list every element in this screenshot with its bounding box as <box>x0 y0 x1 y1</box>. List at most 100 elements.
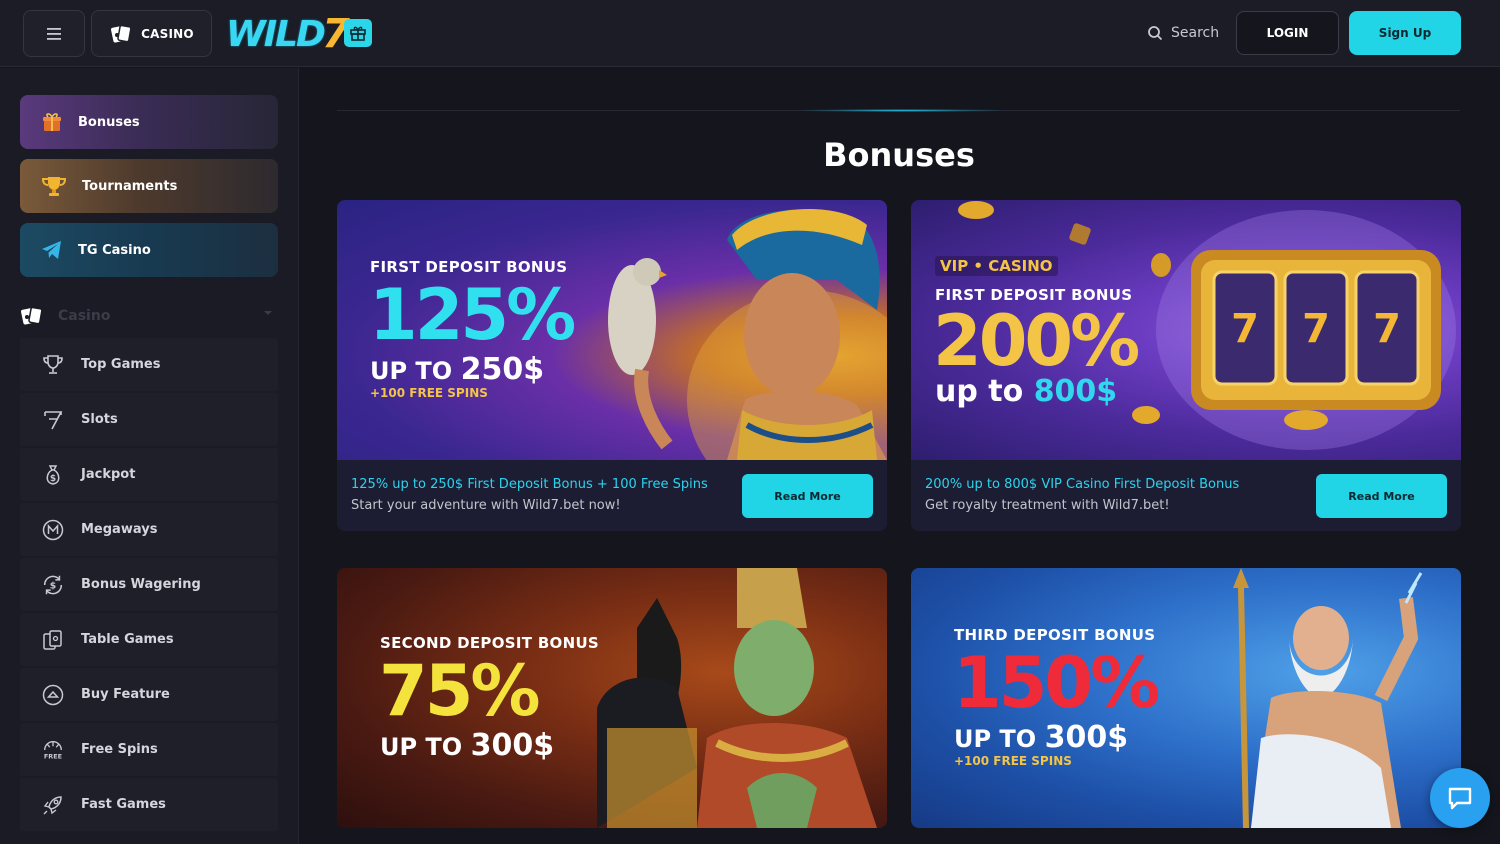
sidebar-item-slots[interactable]: Slots <box>20 393 278 446</box>
sidebar-promo-tg-casino[interactable]: TG Casino <box>20 223 278 277</box>
bonus-card-footer: 200% up to 800$ VIP Casino First Deposit… <box>911 460 1461 531</box>
logo-text: WILD <box>226 13 326 55</box>
svg-text:$: $ <box>50 474 56 484</box>
gift-icon <box>43 113 61 131</box>
sidebar-item-label: Buy Feature <box>81 687 170 702</box>
wild7-logo[interactable]: WILD 7 <box>226 11 350 57</box>
sidebar-promo-bonuses[interactable]: Bonuses <box>20 95 278 149</box>
search-icon <box>1148 26 1163 41</box>
banner-percent: 75% <box>379 650 541 732</box>
cards-icon <box>43 629 62 650</box>
bonus-subtitle: Get royalty treatment with Wild7.bet! <box>925 498 1170 513</box>
banner-amount: 300$ <box>470 728 555 763</box>
sidebar-promo-tournaments[interactable]: Tournaments <box>20 159 278 213</box>
banner-spins: +100 FREE SPINS <box>370 386 488 400</box>
banner-amount: 250$ <box>460 352 545 387</box>
chat-bubble-icon <box>1448 787 1472 810</box>
signup-button[interactable]: Sign Up <box>1349 11 1461 55</box>
sidebar-item-label: Table Games <box>81 632 174 647</box>
bonus-title: 125% up to 250$ First Deposit Bonus + 10… <box>351 477 708 492</box>
bonus-subtitle: Start your adventure with Wild7.bet now! <box>351 498 621 513</box>
banner-percent: 125% <box>369 274 576 356</box>
svg-text:7: 7 <box>1231 306 1259 352</box>
sidebar-item-fast-games[interactable]: Fast Games <box>20 778 278 831</box>
casino-label: CASINO <box>141 26 194 41</box>
svg-text:$: $ <box>50 580 56 591</box>
telegram-icon <box>42 241 61 259</box>
money-bag-icon: $ <box>46 464 60 485</box>
search-label: Search <box>1171 25 1220 41</box>
bonus-banner[interactable]: SECOND DEPOSIT BONUS 75% UP TO 300$ <box>337 568 887 828</box>
login-button[interactable]: LOGIN <box>1236 11 1339 55</box>
bonus-banner[interactable]: FIRST DEPOSIT BONUS 125% UP TO 250$ +100… <box>337 200 887 460</box>
read-more-button[interactable]: Read More <box>742 474 873 518</box>
gift-button[interactable] <box>344 19 372 47</box>
banner-percent: 200% <box>933 300 1140 382</box>
chevron-down-icon <box>264 311 272 315</box>
bonus-card: 7 7 7 VIP • CASINO FIRST DEPOSIT BONUS 2… <box>911 200 1461 531</box>
sidebar-item-table-games[interactable]: Table Games <box>20 613 278 666</box>
search-button[interactable]: Search <box>1147 22 1219 44</box>
menu-button[interactable] <box>23 10 85 57</box>
refresh-dollar-icon: $ <box>43 575 63 594</box>
bonus-banner[interactable]: THIRD DEPOSIT BONUS 150% UP TO 300$ +100… <box>911 568 1461 828</box>
cards-icon <box>21 306 43 325</box>
svg-text:7: 7 <box>1373 306 1401 352</box>
sidebar-section-casino[interactable]: Casino <box>20 304 278 328</box>
free-spins-icon: FREE <box>44 740 62 760</box>
bonus-card-footer: 125% up to 250$ First Deposit Bonus + 10… <box>337 460 887 531</box>
sidebar-item-label: Slots <box>81 412 118 427</box>
bonus-card: FIRST DEPOSIT BONUS 125% UP TO 250$ +100… <box>337 200 887 531</box>
bonus-card: THIRD DEPOSIT BONUS 150% UP TO 300$ +100… <box>911 568 1461 828</box>
sidebar-item-buy-feature[interactable]: Buy Feature <box>20 668 278 721</box>
trophy-icon <box>43 354 63 374</box>
bonus-title: 200% up to 800$ VIP Casino First Deposit… <box>925 477 1240 492</box>
page-title: Bonuses <box>823 136 975 174</box>
hamburger-icon <box>47 27 61 40</box>
coin-up-icon <box>42 684 64 705</box>
section-label: Casino <box>58 308 111 324</box>
banner-upto: UP TO 300$ <box>380 728 554 763</box>
sidebar-item-top-games[interactable]: Top Games <box>20 338 278 391</box>
sidebar-item-jackpot[interactable]: $ Jackpot <box>20 448 278 501</box>
banner-spins: +100 FREE SPINS <box>954 754 1072 768</box>
gift-icon <box>350 26 366 41</box>
sidebar-promo-label: Tournaments <box>82 178 178 194</box>
m-circle-icon <box>42 519 64 540</box>
seven-icon <box>44 410 63 429</box>
banner-upto: UP TO 250$ <box>370 352 544 387</box>
sidebar-item-label: Fast Games <box>81 797 166 812</box>
sidebar-item-label: Jackpot <box>81 467 136 482</box>
banner-upto-label: UP TO <box>954 725 1037 753</box>
sidebar-nav: Top Games Slots $ Jackpot Megaways $ Bon… <box>20 338 278 833</box>
title-divider <box>337 109 1460 112</box>
banner-percent: 150% <box>953 642 1160 724</box>
svg-text:7: 7 <box>1302 306 1330 352</box>
sidebar-item-label: Top Games <box>81 357 161 372</box>
bonus-card: SECOND DEPOSIT BONUS 75% UP TO 300$ <box>337 568 887 828</box>
sidebar-item-megaways[interactable]: Megaways <box>20 503 278 556</box>
live-chat-button[interactable] <box>1430 768 1490 828</box>
cards-icon <box>111 24 132 42</box>
banner-amount: 800$ <box>1033 374 1118 409</box>
sidebar-item-free-spins[interactable]: FREE Free Spins <box>20 723 278 776</box>
casino-button[interactable]: CASINO <box>91 10 212 57</box>
rocket-icon <box>43 795 62 814</box>
sidebar-promo-label: TG Casino <box>78 242 151 258</box>
banner-amount: 300$ <box>1044 720 1129 755</box>
read-more-button[interactable]: Read More <box>1316 474 1447 518</box>
main-content: Bonuses FIRST DEPOSIT BONUS 125% UP TO 2… <box>300 68 1500 844</box>
sidebar-item-label: Megaways <box>81 522 158 537</box>
bonus-banner[interactable]: 7 7 7 VIP • CASINO FIRST DEPOSIT BONUS 2… <box>911 200 1461 460</box>
sidebar-item-label: Free Spins <box>81 742 158 757</box>
sidebar-promo-label: Bonuses <box>78 114 140 130</box>
trophy-icon <box>41 177 67 196</box>
vip-badge: VIP • CASINO <box>935 256 1058 276</box>
svg-text:FREE: FREE <box>44 752 62 760</box>
top-header: CASINO WILD 7 Search LOGIN Sign Up <box>0 0 1500 67</box>
banner-upto: UP TO 300$ <box>954 720 1128 755</box>
sidebar-item-bonus-wagering[interactable]: $ Bonus Wagering <box>20 558 278 611</box>
banner-upto: up to 800$ <box>935 374 1117 409</box>
sidebar-item-label: Bonus Wagering <box>81 577 201 592</box>
banner-upto-label: UP TO <box>370 357 453 385</box>
